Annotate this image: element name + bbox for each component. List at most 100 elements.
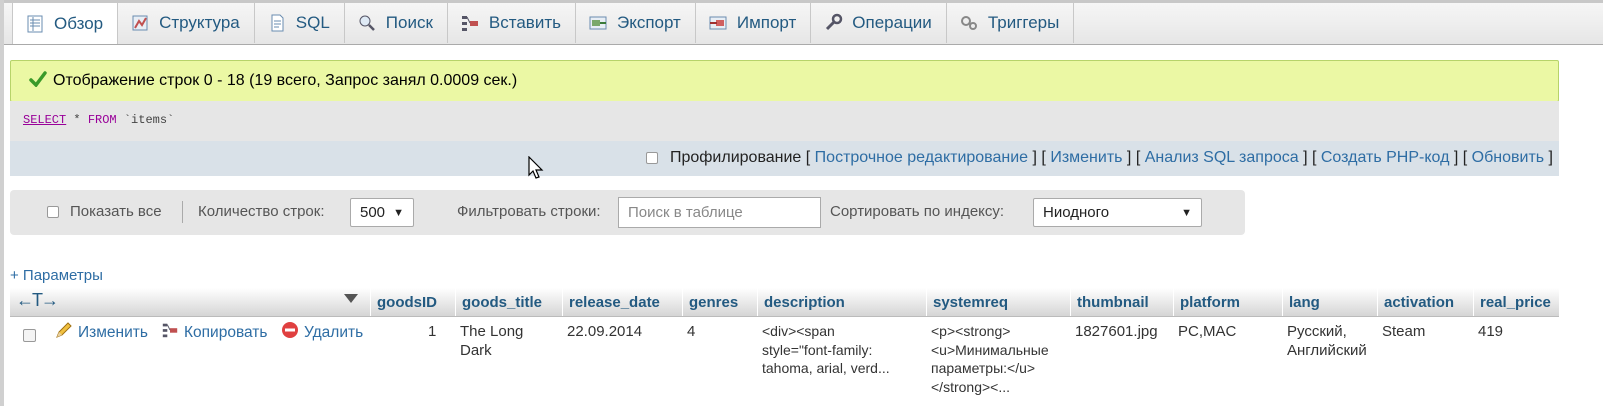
cell-lang[interactable]: Русский, Английский <box>1287 322 1367 360</box>
cell-description[interactable]: <div><span style="font-family: tahoma, a… <box>762 322 890 378</box>
structure-icon <box>130 13 150 33</box>
tab-browse[interactable]: Обзор <box>12 3 119 44</box>
cell-activation[interactable]: Steam <box>1382 322 1425 341</box>
import-icon <box>708 13 728 33</box>
cell-line: style="font-family: <box>762 341 873 358</box>
edit-link[interactable]: Изменить <box>1050 149 1122 167</box>
cell-goods-title[interactable]: The Long Dark <box>460 322 523 360</box>
export-icon <box>588 13 608 33</box>
tab-bar: Обзор Структура SQL Поиск Вставить Экспо… <box>4 3 1603 45</box>
edit-label: Изменить <box>78 323 148 341</box>
profiling-bar: Профилирование [ Построчное редактирован… <box>10 141 1559 176</box>
cell-thumbnail[interactable]: 1827601.jpg <box>1075 322 1158 341</box>
copy-label: Копировать <box>184 323 268 341</box>
mouse-cursor-icon <box>528 155 544 185</box>
tab-label: Операции <box>852 13 932 32</box>
column-header-thumbnail[interactable]: thumbnail <box>1070 288 1173 316</box>
table-header: goodsID goods_title release_date genres … <box>10 288 1559 317</box>
show-all-checkbox[interactable] <box>47 206 59 218</box>
cell-line: <u>Минимальные <box>931 341 1049 358</box>
tab-sql[interactable]: SQL <box>255 3 345 43</box>
tab-export[interactable]: Экспорт <box>576 3 696 43</box>
column-header-description[interactable]: description <box>757 288 926 316</box>
insert-icon <box>460 13 480 33</box>
column-header-goodsid[interactable]: goodsID <box>370 288 455 316</box>
sort-by-index-select[interactable]: Ниодного ▼ <box>1033 198 1202 227</box>
column-header-goods-title[interactable]: goods_title <box>455 288 562 316</box>
inline-edit-link[interactable]: Построчное редактирование <box>815 149 1028 167</box>
cell-goodsid[interactable]: 1 <box>428 322 436 341</box>
column-header-systemreq[interactable]: systemreq <box>926 288 1070 316</box>
cell-line: Английский <box>1287 342 1367 359</box>
sql-table-name: `items` <box>116 113 175 127</box>
cell-line: The Long <box>460 323 524 340</box>
cell-release-date[interactable]: 22.09.2014 <box>567 322 642 341</box>
cell-line: Dark <box>460 342 492 359</box>
create-php-code-link[interactable]: Создать PHP-код <box>1321 149 1450 167</box>
cell-line: <div><span <box>762 323 835 339</box>
tab-insert[interactable]: Вставить <box>448 3 576 43</box>
divider <box>182 201 183 223</box>
sql-icon <box>267 13 287 33</box>
copy-row-link[interactable]: Копировать <box>161 321 267 344</box>
cell-line: <p><strong> <box>931 323 1011 339</box>
column-header-real-price[interactable]: real_price <box>1473 288 1559 316</box>
edit-row-link[interactable]: Изменить <box>55 321 148 344</box>
triggers-icon <box>959 13 979 33</box>
success-message: Отображение строк 0 - 18 (19 всего, Запр… <box>10 60 1559 102</box>
delete-icon <box>281 321 299 344</box>
tab-label: Экспорт <box>616 13 681 32</box>
tab-search[interactable]: Поиск <box>345 3 448 43</box>
delete-row-link[interactable]: Удалить <box>281 321 363 344</box>
tab-operations[interactable]: Операции <box>811 3 947 43</box>
cell-real-price[interactable]: 419 <box>1478 322 1503 341</box>
profiling-checkbox[interactable] <box>645 152 658 164</box>
sort-by-index-label: Сортировать по индексу: <box>830 203 1005 220</box>
tab-triggers[interactable]: Триггеры <box>947 3 1075 43</box>
sort-by-index-value: Ниодного <box>1043 204 1110 221</box>
tab-label: Триггеры <box>987 13 1060 32</box>
browse-icon <box>25 14 45 34</box>
rows-count-select[interactable]: 500 ▼ <box>350 198 414 227</box>
sql-keyword-from: FROM <box>87 113 117 127</box>
cell-line: </strong><... <box>931 378 1010 395</box>
operations-icon <box>823 13 843 33</box>
tab-label: Импорт <box>736 13 797 32</box>
sql-text: * <box>66 113 88 127</box>
column-header-release-date[interactable]: release_date <box>562 288 682 316</box>
cell-genres[interactable]: 4 <box>687 322 695 341</box>
cell-line: параметры:</u> <box>931 360 1036 376</box>
window-left-border <box>0 0 4 406</box>
pencil-icon <box>55 321 73 344</box>
column-header-platform[interactable]: platform <box>1173 288 1282 316</box>
row-checkbox[interactable] <box>23 329 36 342</box>
parameters-link[interactable]: + Параметры <box>10 267 103 284</box>
sql-keyword-select[interactable]: SELECT <box>23 113 66 127</box>
delete-label: Удалить <box>304 323 364 341</box>
show-all-label: Показать все <box>70 203 162 220</box>
tab-structure[interactable]: Структура <box>118 3 255 43</box>
cell-line: Русский, <box>1287 323 1347 340</box>
dropdown-arrow-icon: ▼ <box>1181 206 1192 219</box>
dropdown-arrow-icon: ▼ <box>393 206 404 219</box>
tab-label: Структура <box>159 13 240 32</box>
sql-query: SELECT * FROM `items` <box>23 113 174 127</box>
tab-import[interactable]: Импорт <box>696 3 812 43</box>
sql-query-box: SELECT * FROM `items` <box>10 101 1559 141</box>
rows-count-value: 500 <box>360 204 386 221</box>
tab-label: Поиск <box>385 13 433 32</box>
column-header-lang[interactable]: lang <box>1282 288 1377 316</box>
explain-sql-link[interactable]: Анализ SQL запроса <box>1145 149 1299 167</box>
tab-label: Вставить <box>488 13 561 32</box>
success-text: Отображение строк 0 - 18 (19 всего, Запр… <box>53 72 518 89</box>
cell-line: tahoma, arial, verd... <box>762 360 890 376</box>
cell-platform[interactable]: PC,MAC <box>1178 322 1236 341</box>
refresh-link[interactable]: Обновить <box>1472 149 1544 167</box>
sort-dropdown-icon[interactable] <box>344 294 358 303</box>
column-header-activation[interactable]: activation <box>1377 288 1473 316</box>
column-header-genres[interactable]: genres <box>682 288 757 316</box>
search-icon <box>357 13 377 33</box>
cell-systemreq[interactable]: <p><strong> <u>Минимальные параметры:</u… <box>931 322 1049 396</box>
filter-rows-input[interactable] <box>618 197 821 228</box>
table-nav-arrows[interactable]: ←T→ <box>16 290 59 311</box>
